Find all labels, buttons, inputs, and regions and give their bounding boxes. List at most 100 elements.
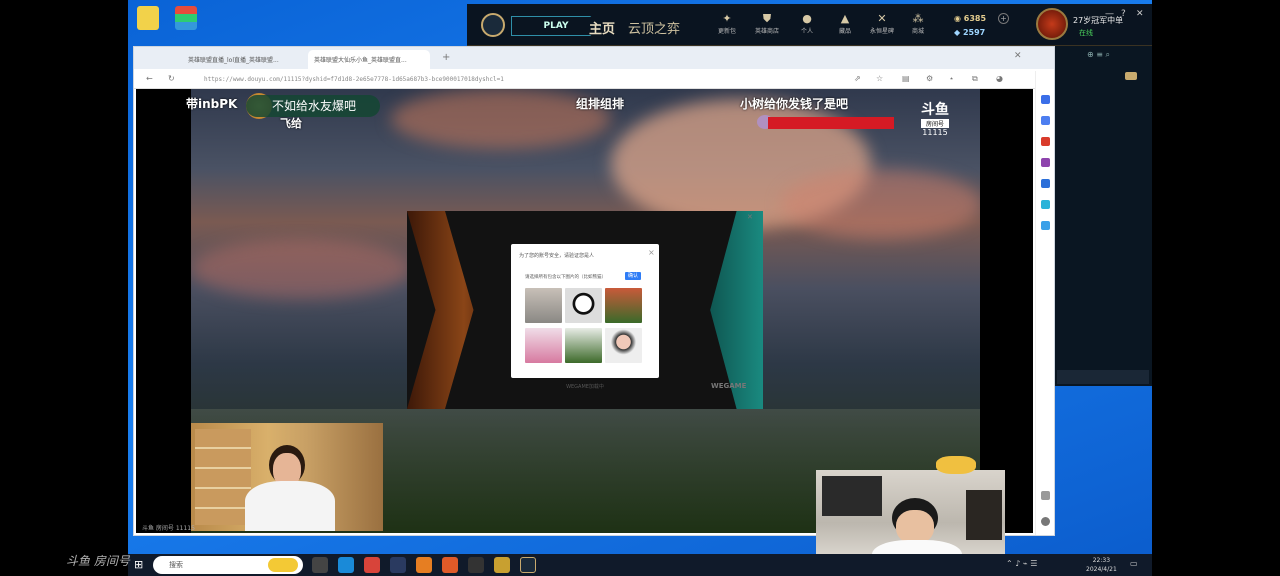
archive-icon [175,6,197,30]
window-frame [822,476,882,516]
app-taskbar-icon[interactable] [442,557,458,573]
captcha-image[interactable] [605,328,642,363]
streamer-webcam [191,423,383,531]
extensions-icon[interactable]: ⚙ [926,74,935,83]
captcha-instruction: 请选择所有包含以下图片的（比如熊猫） [525,275,606,280]
circle-app-icon[interactable] [1041,179,1050,188]
share-icon[interactable]: ⇗ [854,74,863,83]
url-field[interactable]: https://www.douyu.com/11115?dyshid=f7d1d… [204,73,844,86]
browser-window: 英雄联盟直播_lol直播_英雄联盟... 英雄联盟大仙乐小鱼_英雄联盟直... … [133,46,1055,536]
profile-icon[interactable]: ◕ [996,74,1005,83]
search-decoration-icon [268,558,298,572]
play-button[interactable]: PLAY [511,16,601,36]
shelf [195,429,251,525]
collection-icon: ▲ [840,12,850,25]
layout-icon[interactable] [1041,491,1050,500]
tool-label: 更新包 [717,28,736,35]
tab-2[interactable]: 英雄联盟大仙乐小鱼_英雄联盟直... [308,50,430,69]
captcha-image[interactable] [525,328,562,363]
tool-store[interactable]: ⁂ 商城 [904,12,932,35]
games-icon[interactable] [1041,158,1050,167]
collections-icon[interactable]: ⧉ [972,74,981,83]
coin-icon: ◉ [954,14,961,23]
overlay-right: 小树给你发钱了是吧 [740,97,849,111]
desktop-shortcut[interactable] [128,6,168,33]
refresh-icon[interactable]: ↻ [168,74,177,83]
edge-icon[interactable] [1041,200,1050,209]
tool-profile[interactable]: ● 个人 [793,12,821,35]
search-sidebar-icon[interactable] [1041,95,1050,104]
app-taskbar-icon[interactable] [494,557,510,573]
settings-icon[interactable] [1041,517,1050,526]
game-close-icon[interactable]: ✕ [747,213,753,221]
red-banner [768,117,894,129]
friend-footer [1057,370,1149,384]
new-tab-button[interactable]: + [442,52,450,63]
address-bar: ← ↻ https://www.douyu.com/11115?dyshid=f… [134,69,1054,89]
window-close-icon[interactable]: ✕ [1014,51,1022,61]
clock-date: 2024/4/21 [1086,566,1117,573]
captcha-image[interactable] [525,288,562,323]
tool-patch[interactable]: ✦ 更新包 [713,12,741,35]
room-id: 11115 [922,128,948,137]
summoner-name: 27岁冠军中单 [1073,16,1124,25]
captcha-image[interactable] [605,288,642,323]
overlay-top-left: 带inbPK [186,97,238,111]
captcha-image[interactable] [565,328,602,363]
tray-icons[interactable]: ⌃ ♪ ⌁ ☰ [1006,559,1037,568]
captcha-title: 为了您的账号安全，请验证您是人 [519,253,595,259]
close-button[interactable]: ✕ [1136,9,1144,19]
app-taskbar-icon[interactable] [390,557,406,573]
add-currency-icon[interactable]: + [998,13,1009,24]
league-client-topbar: PLAY 主页 云顶之弈 ✦ 更新包 ⛊ 英雄商店 ● 个人 ▲ 藏品 ✕ 永恒星碑 ⁂ 商… [467,4,1152,46]
notification-badge [1125,72,1137,80]
league-logo-icon [481,13,505,37]
back-icon[interactable]: ← [146,74,155,83]
desktop-shortcut[interactable] [166,6,206,33]
minimize-button[interactable]: — [1105,9,1114,19]
taskbar-clock[interactable]: 22:33 2024/4/21 [1086,556,1117,574]
app-taskbar-icon[interactable] [364,557,380,573]
watermark: 斗鱼 房间号 [66,554,130,568]
logo-sub: 房间号 [921,119,949,128]
task-view-icon[interactable] [312,557,328,573]
friends-panel: ⊕ ≡ ⌕ [1055,46,1152,386]
tab-1[interactable]: 英雄联盟直播_lol直播_英雄联盟... [182,50,294,69]
briefcase-icon[interactable] [1041,137,1050,146]
tag-icon[interactable] [1041,116,1050,125]
reading-icon[interactable]: ▤ [902,74,911,83]
friend-tools: ⊕ ≡ ⌕ [1087,50,1110,59]
logo-text: 斗鱼 [921,102,949,118]
tools-icon: ✕ [877,12,887,25]
league-taskbar-icon[interactable] [520,557,536,573]
person-face [896,510,934,544]
loading-text: WEGAME加载中 [566,384,604,390]
store-icon: ⁂ [912,12,924,25]
favorites-icon[interactable]: ⋆ [949,74,958,83]
tool-shop[interactable]: ⛊ 英雄商店 [753,12,781,35]
captcha-image-panda[interactable] [565,288,602,323]
tool-eternals[interactable]: ✕ 永恒星碑 [868,12,896,35]
start-icon[interactable]: ⊞ [134,558,143,571]
captcha-confirm-button[interactable]: 确认 [625,272,641,280]
star-icon[interactable]: ☆ [876,74,885,83]
notification-icon[interactable]: ▭ [1130,559,1138,568]
app-taskbar-icon[interactable] [468,557,484,573]
shield-icon: ⛊ [762,12,772,25]
app-taskbar-icon[interactable] [416,557,432,573]
star-icon: ✦ [722,12,732,25]
tool-collection[interactable]: ▲ 藏品 [831,12,859,35]
summoner-avatar[interactable] [1036,8,1068,40]
stream-player[interactable]: 带inbPK 不如给水友爆吧 飞给 组排组排 小树给你发钱了是吧 斗鱼 房间号 … [136,89,1033,533]
person-shirt [245,481,335,531]
cloud [191,239,411,299]
summoner-status: 在线 [1079,29,1093,37]
nav-tft[interactable]: 云顶之弈 [628,18,680,37]
clock-time: 22:33 [1092,557,1111,564]
captcha-close-icon[interactable]: × [648,248,655,257]
tool-label: 商城 [911,28,924,35]
outlook-icon[interactable] [1041,221,1050,230]
nav-home[interactable]: 主页 [589,18,615,37]
help-button[interactable]: ? [1121,9,1126,19]
edge-taskbar-icon[interactable] [338,557,354,573]
